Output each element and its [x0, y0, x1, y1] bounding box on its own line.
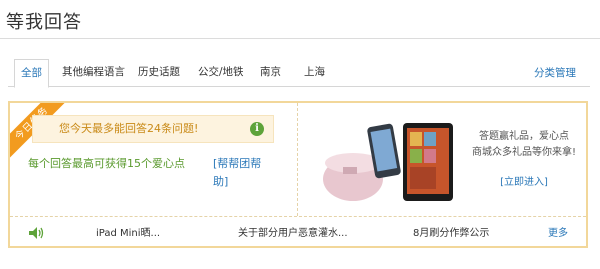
news-item-spam-warning[interactable]: 关于部分用户恶意灌水... [238, 221, 348, 246]
speaker-icon [29, 227, 44, 239]
tab-history-topics[interactable]: 历史话题 [132, 59, 186, 87]
category-tabs: 全部 其他编程语言 历史话题 公交/地铁 南京 上海 分类管理 [8, 59, 590, 88]
title-divider [0, 38, 600, 39]
enter-now-link[interactable]: [立即进入] [465, 173, 583, 188]
news-more-link[interactable]: 更多 [548, 221, 568, 246]
daily-task-panel: 今日任务 您今天最多能回答24条问题! i 每个回答最高可获得15个爱心点 [帮… [8, 101, 588, 248]
tab-other-programming-languages[interactable]: 其他编程语言 [56, 59, 131, 87]
tab-all[interactable]: 全部 [14, 59, 49, 88]
help-team-link[interactable]: [帮帮团帮助] [213, 155, 273, 191]
answer-limit-notice: 您今天最多能回答24条问题! i [32, 115, 274, 143]
panel-horizontal-divider [10, 216, 586, 217]
panel-vertical-divider [297, 103, 298, 216]
info-icon[interactable]: i [250, 122, 264, 136]
promo-text: 答题赢礼品，爱心点 商城众多礼品等你来拿! [465, 129, 583, 161]
category-manage-link[interactable]: 分类管理 [534, 59, 576, 87]
reward-info-text: 每个回答最高可获得15个爱心点 [28, 157, 185, 170]
tab-nanjing[interactable]: 南京 [254, 59, 287, 87]
news-item-ipad-mini[interactable]: iPad Mini晒... [96, 221, 160, 246]
tab-bus-subway[interactable]: 公交/地铁 [192, 59, 250, 87]
promo-line-1: 答题赢礼品，爱心点 [479, 131, 569, 142]
news-item-cheating-notice[interactable]: 8月刷分作弊公示 [413, 221, 489, 246]
answer-limit-text: 您今天最多能回答24条问题! [59, 122, 199, 135]
promo-line-2: 商城众多礼品等你来拿! [471, 147, 576, 158]
gift-devices-image [323, 123, 453, 201]
tab-shanghai[interactable]: 上海 [298, 59, 331, 87]
page-title: 等我回答 [6, 12, 82, 33]
